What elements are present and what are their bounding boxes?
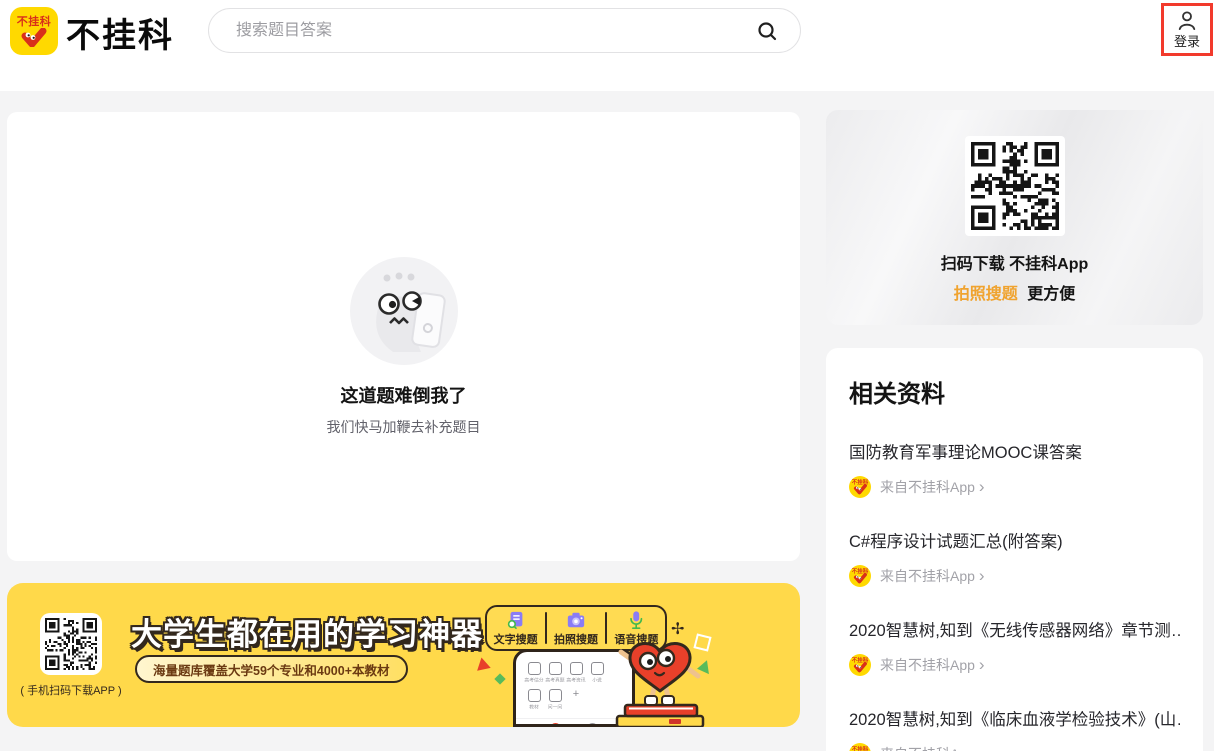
related-item: 国防教育军事理论MOOC课答案 不挂科 来自不挂科App › (849, 439, 1180, 498)
login-label: 登录 (1174, 31, 1200, 50)
heart-mascot-on-books (605, 636, 715, 727)
qr-caption-highlight: 拍照搜题 (954, 286, 1018, 303)
search-input[interactable] (234, 21, 756, 41)
qr-caption-line1: 扫码下载 不挂科App (941, 250, 1089, 274)
login-button[interactable]: 登录 (1161, 3, 1213, 56)
empty-state-card: 这道题难倒我了 我们快马加鞭去补充题目 (7, 112, 800, 561)
banner-title: 大学生都在用的学习神器 (131, 609, 483, 654)
page: 不挂科 不挂科 登录 (0, 0, 1214, 751)
user-icon (1176, 10, 1198, 30)
app-logo-icon[interactable]: 不挂科 (10, 7, 58, 55)
qr-caption-rest: 更方便 (1027, 286, 1075, 303)
chevron-right-icon: › (979, 480, 985, 494)
doc-search-icon (506, 610, 526, 630)
app-download-card: 扫码下载 不挂科App 拍照搜题 更方便 (826, 110, 1203, 325)
camera-icon (566, 610, 586, 630)
banner-qr-code (40, 613, 102, 675)
banner-qr-caption: ( 手机扫码下载APP ) (15, 682, 127, 698)
related-item: C#程序设计试题汇总(附答案) 不挂科 来自不挂科App › (849, 528, 1180, 587)
search-bar (208, 8, 801, 53)
search-icon[interactable] (756, 20, 778, 42)
related-title: 相关资料 (849, 374, 1180, 409)
brand-title[interactable]: 不挂科 (66, 8, 174, 57)
heart-check-icon (21, 28, 47, 47)
banner-subtitle-pill: 海量题库覆盖大学59个专业和4000+本教材 (135, 655, 408, 683)
decor-green-diamond (494, 673, 505, 684)
qr-code (965, 136, 1065, 236)
separator (545, 612, 547, 644)
mini-app-logo-icon: 不挂科 (849, 654, 871, 676)
related-item: 2020智慧树,知到《无线传感器网络》章节测… 不挂科 来自不挂科App › (849, 617, 1180, 676)
empty-state-subtitle: 我们快马加鞭去补充题目 (327, 417, 481, 437)
related-item-title[interactable]: 国防教育军事理论MOOC课答案 (849, 439, 1180, 463)
logo-badge-text: 不挂科 (17, 16, 52, 28)
related-item-title[interactable]: 2020智慧树,知到《临床血液学检验技术》(山… (849, 706, 1180, 730)
mic-icon (626, 610, 646, 630)
related-item-title[interactable]: C#程序设计试题汇总(附答案) (849, 528, 1180, 552)
mini-app-logo-icon: 不挂科 (849, 476, 871, 498)
related-item-source-link[interactable]: 不挂科 来自不挂科App › (849, 654, 1180, 676)
mini-app-logo-icon: 不挂科 (849, 743, 871, 751)
feature-text-search: 文字搜题 (488, 610, 544, 647)
chevron-right-icon: › (979, 658, 985, 672)
mini-app-logo-icon: 不挂科 (849, 565, 871, 587)
empty-state-title: 这道题难倒我了 (341, 382, 467, 408)
app-promo-banner[interactable]: ( 手机扫码下载APP ) 大学生都在用的学习神器 海量题库覆盖大学59个专业和… (7, 583, 800, 727)
related-item: 2020智慧树,知到《临床血液学检验技术》(山… 不挂科 来自不挂科App › (849, 706, 1180, 751)
sad-mascot-icon (349, 256, 459, 366)
related-item-title[interactable]: 2020智慧树,知到《无线传感器网络》章节测… (849, 617, 1180, 641)
related-item-source-link[interactable]: 不挂科 来自不挂科App › (849, 565, 1180, 587)
related-item-source-link[interactable]: 不挂科 来自不挂科App › (849, 743, 1180, 751)
decor-red-triangle (477, 657, 493, 674)
qr-caption-line2: 拍照搜题 更方便 (954, 280, 1075, 304)
header: 不挂科 不挂科 登录 (0, 0, 1214, 91)
related-materials-card: 相关资料 国防教育军事理论MOOC课答案 不挂科 来自不挂科App › C#程序… (826, 348, 1203, 751)
chevron-right-icon: › (979, 747, 985, 751)
related-item-source-link[interactable]: 不挂科 来自不挂科App › (849, 476, 1180, 498)
feature-photo-search: 拍照搜题 (548, 610, 604, 647)
chevron-right-icon: › (979, 569, 985, 583)
